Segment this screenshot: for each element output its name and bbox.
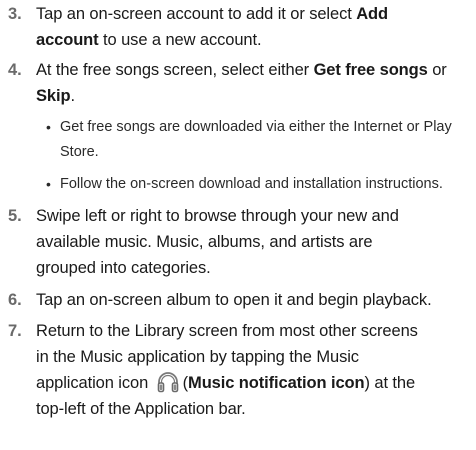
step-number: 3. [8,5,22,23]
step-line: available music. Music, albums, and arti… [36,233,373,251]
step-text-part: or [427,61,447,79]
step-text-bold: Skip [36,87,71,105]
step-line: Tap an on-screen album to open it and be… [36,291,432,309]
step-text: At the free songs screen, select either … [36,57,470,109]
step-text-bold: account [36,31,99,49]
step-number: 6. [8,291,22,309]
step-number: 7. [8,322,22,340]
bullet-line: Follow the on-screen download and instal… [60,176,443,192]
step-line: top-left of the Application bar. [36,400,246,418]
bullet-glyph: • [46,176,51,192]
step-text: Return to the Library screen from most o… [36,318,470,422]
bullet-line: Store. [60,144,99,160]
headphones-icon [156,371,180,393]
step-text: Tap an on-screen album to open it and be… [36,287,470,313]
step-text-bold: Music notification icon [188,374,365,392]
step-number: 5. [8,207,22,225]
step-text-bold: Add [356,5,388,23]
step-number: 4. [8,61,22,79]
step-text-part: to use a new account. [98,31,262,49]
step-line: in the Music application by tapping the … [36,348,359,366]
bullet-line: Get free songs are downloaded via either… [60,119,452,135]
step-text: Swipe left or right to browse through yo… [36,203,470,281]
step-text-part: Tap an on-screen account to add it or se… [36,5,357,23]
step-text-part: . [70,87,75,105]
step-line: Return to the Library screen from most o… [36,322,418,340]
step-line: Swipe left or right to browse through yo… [36,207,399,225]
step-text-bold: Get free songs [313,61,428,79]
step-text-part: ) at the [364,374,416,392]
manual-page: 3. Tap an on-screen account to add it or… [0,0,476,450]
bullet-text: Follow the on-screen download and instal… [60,172,443,197]
step-text-part: At the free songs screen, select either [36,61,314,79]
bullet-glyph: • [46,119,51,135]
step-line: grouped into categories. [36,259,211,277]
step-text-part: application icon [36,374,153,392]
step-text: Tap an on-screen account to add it or se… [36,1,470,53]
bullet-text: Get free songs are downloaded via either… [60,115,452,165]
